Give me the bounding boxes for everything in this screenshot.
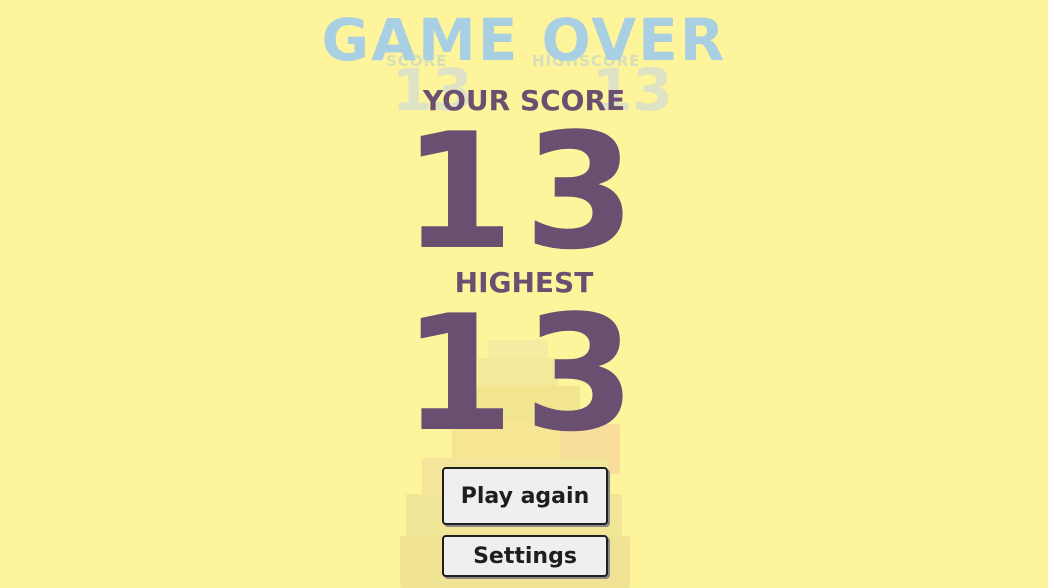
highest-value: 13 bbox=[402, 280, 646, 467]
settings-button[interactable]: Settings bbox=[442, 535, 608, 577]
game-over-title: GAME OVER bbox=[321, 6, 727, 74]
play-again-button[interactable]: Play again bbox=[442, 467, 608, 525]
your-score-value: 13 bbox=[402, 98, 646, 285]
